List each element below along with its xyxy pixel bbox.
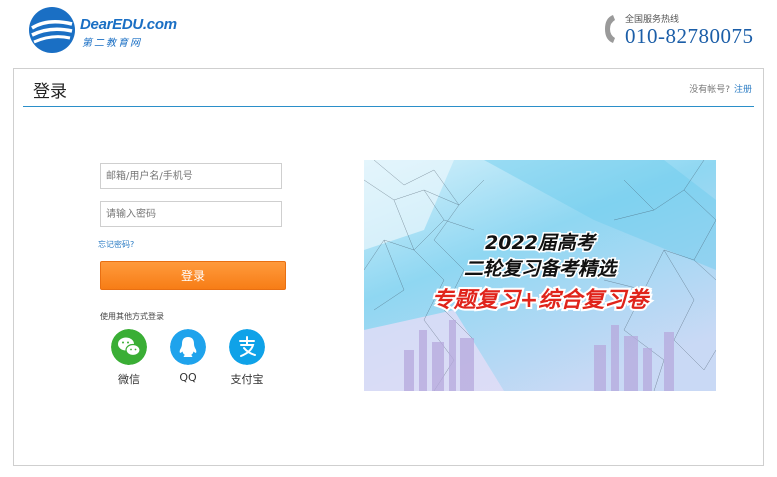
site-header: DearEDU.com 第二教育网 全国服务热线 010-82780075 xyxy=(0,0,777,62)
phone-icon xyxy=(605,15,615,43)
register-prompt: 没有帐号? 注册 xyxy=(689,82,752,95)
page-title: 登录 xyxy=(33,82,67,102)
no-account-text: 没有帐号? xyxy=(689,85,730,95)
banner-line1: 2022届高考 xyxy=(485,232,598,254)
panel-header: 登录 没有帐号? 注册 xyxy=(23,69,754,107)
social-label: 微信 xyxy=(118,373,140,386)
logo-text-cn: 第二教育网 xyxy=(82,38,142,49)
social-label: 支付宝 xyxy=(230,373,264,386)
alipay-icon[interactable] xyxy=(229,329,265,365)
password-input[interactable] xyxy=(100,201,282,227)
social-login-wechat[interactable]: 微信 xyxy=(104,329,154,387)
banner-line2: 二轮复习备考精选 xyxy=(464,258,619,280)
logo-mark-icon xyxy=(29,7,75,53)
other-login-label: 使用其他方式登录 xyxy=(100,312,164,321)
social-login-qq[interactable]: QQ xyxy=(163,329,213,384)
hotline: 全国服务热线 010-82780075 xyxy=(603,10,753,50)
social-label: QQ xyxy=(179,371,197,384)
site-logo[interactable]: DearEDU.com 第二教育网 xyxy=(28,6,198,56)
hotline-number: 010-82780075 xyxy=(625,24,754,48)
forgot-password-link[interactable]: 忘记密码? xyxy=(98,239,134,250)
logo-text-en: DearEDU.com xyxy=(80,16,177,33)
banner-line3: 专题复习+综合复习卷 xyxy=(432,287,650,313)
wechat-icon[interactable] xyxy=(111,329,147,365)
banner-art: 2022届高考 二轮复习备考精选 专题复习+综合复习卷 xyxy=(364,160,716,391)
social-login-alipay[interactable]: 支付宝 xyxy=(222,329,272,387)
login-panel: 登录 没有帐号? 注册 忘记密码? 登录 使用其他方式登录 微信 QQ xyxy=(13,68,764,466)
qq-icon[interactable] xyxy=(170,329,206,365)
login-button[interactable]: 登录 xyxy=(100,261,286,290)
username-input[interactable] xyxy=(100,163,282,189)
promo-banner[interactable]: 2022届高考 二轮复习备考精选 专题复习+综合复习卷 xyxy=(364,160,716,391)
register-link[interactable]: 注册 xyxy=(734,85,752,95)
